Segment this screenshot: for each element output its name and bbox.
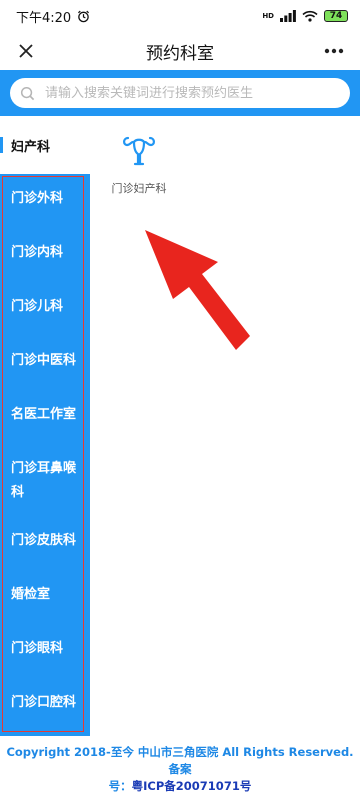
sidebar-item-internal[interactable]: 门诊内科 [11,241,79,265]
icp-link[interactable]: 粤ICP备20071071号 [132,779,252,793]
alarm-icon [78,10,90,22]
more-button[interactable] [320,37,348,65]
battery-level: 74 [329,11,343,21]
sidebar-item-pediatrics[interactable]: 门诊儿科 [11,295,79,319]
footer-copyright: Copyright 2018-至今 中山市三角医院 All Rights Res… [6,745,354,776]
search-box[interactable] [10,78,350,108]
page-title: 预约科室 [146,43,214,64]
sidebar: 妇产科 门诊外科 门诊内科 门诊儿科 门诊中医科 名医工作室 门诊耳鼻喉科 门诊… [0,116,90,736]
footer-icp-line: 号：粤ICP备20071071号 [6,778,354,795]
footer-icp-prefix: 号： [108,779,132,793]
close-button[interactable] [12,37,40,65]
sidebar-item-premarital-check[interactable]: 婚检室 [11,583,79,607]
close-icon [19,44,33,58]
sidebar-item-expert-studio[interactable]: 名医工作室 [11,403,79,427]
sidebar-item-active[interactable]: 妇产科 [0,116,90,174]
footer: Copyright 2018-至今 中山市三角医院 All Rights Res… [0,744,360,800]
wifi-icon [302,10,318,22]
active-indicator [0,137,3,153]
status-bar: 下午4:20 HD 74 [0,0,360,32]
department-card[interactable]: 门诊妇产科 [104,134,174,196]
more-icon [324,48,344,54]
hd-indicator: HD [262,12,274,20]
department-label: 门诊妇产科 [111,182,167,195]
sidebar-item-tcm[interactable]: 门诊中医科 [11,349,79,373]
main-content: 妇产科 门诊外科 门诊内科 门诊儿科 门诊中医科 名医工作室 门诊耳鼻喉科 门诊… [0,116,360,736]
search-bar [0,70,360,116]
sidebar-item-stomatology[interactable]: 门诊口腔科 [11,691,79,715]
title-bar: 预约科室 [0,32,360,70]
sidebar-item-ophthalmology[interactable]: 门诊眼科 [11,637,79,661]
search-input[interactable] [43,84,340,102]
status-time: 下午4:20 [16,10,72,26]
signal-icon [280,10,296,22]
sidebar-item-dermatology[interactable]: 门诊皮肤科 [11,529,79,553]
battery-icon: 74 [324,10,348,22]
sidebar-list-highlight: 门诊外科 门诊内科 门诊儿科 门诊中医科 名医工作室 门诊耳鼻喉科 门诊皮肤科 … [2,176,84,732]
search-icon [20,86,35,100]
uterus-icon [123,136,155,166]
sidebar-active-label: 妇产科 [11,139,51,155]
sidebar-item-surgery[interactable]: 门诊外科 [11,187,79,211]
sidebar-item-ent[interactable]: 门诊耳鼻喉科 [11,457,79,505]
